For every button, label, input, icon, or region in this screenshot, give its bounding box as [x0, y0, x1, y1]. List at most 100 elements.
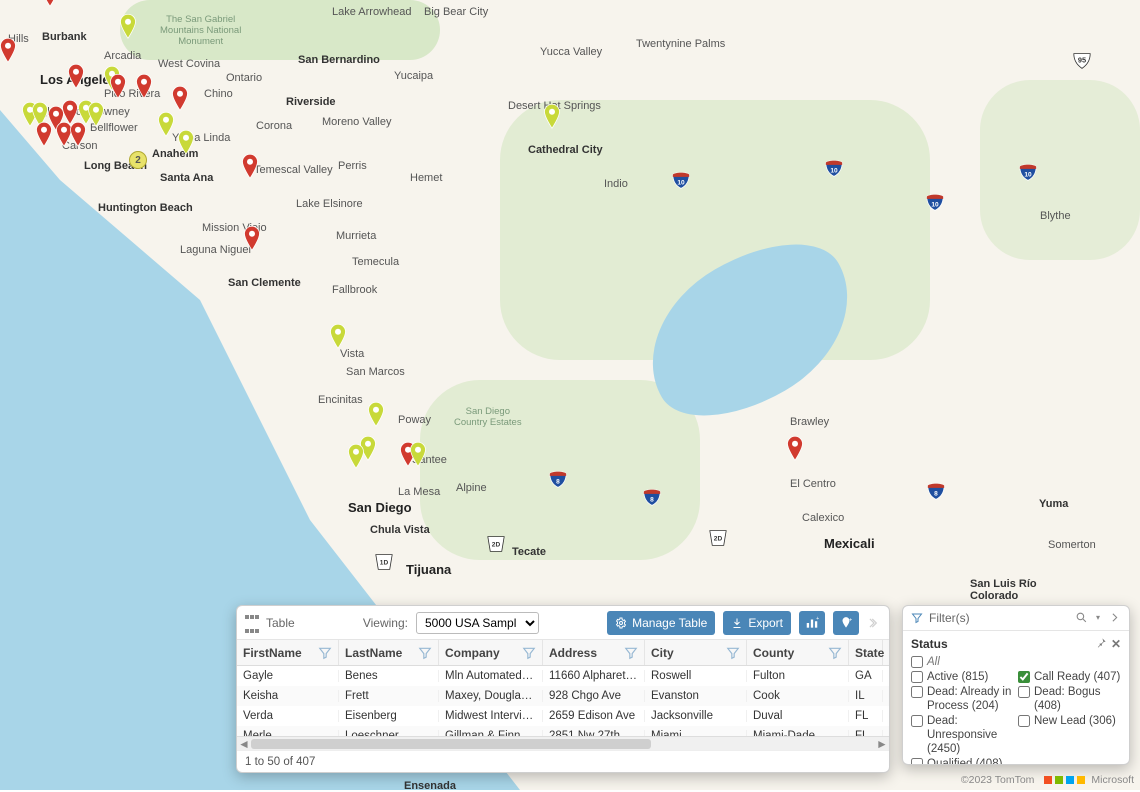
- red-pin-marker[interactable]: [69, 122, 87, 148]
- filter-checkbox[interactable]: [911, 758, 923, 764]
- zoom-icon[interactable]: [1075, 611, 1088, 624]
- zoom-chevron-icon[interactable]: ▾: [1096, 613, 1100, 622]
- green-pin-marker[interactable]: [177, 130, 195, 156]
- cluster-marker[interactable]: 2: [129, 151, 147, 169]
- highway-shield-icon: 8: [548, 471, 568, 487]
- funnel-icon: [911, 612, 923, 624]
- filter-checkbox[interactable]: [911, 715, 923, 727]
- cell-company: Midwest Interview & …: [439, 710, 543, 722]
- cell-address: 2659 Edison Ave: [543, 710, 645, 722]
- cell-company: Mln Automated Syst…: [439, 670, 543, 682]
- scroll-thumb[interactable]: [251, 739, 651, 749]
- add-pin-button[interactable]: +: [833, 611, 859, 635]
- bar-chart-icon: +: [805, 616, 819, 630]
- green-pin-marker[interactable]: [157, 112, 175, 138]
- column-filter-icon[interactable]: [726, 646, 740, 660]
- svg-text:1D: 1D: [380, 559, 389, 566]
- pin-plus-icon: +: [839, 616, 853, 630]
- green-pin-marker[interactable]: [409, 442, 427, 468]
- column-filter-icon[interactable]: [828, 646, 842, 660]
- filter-title-label: Filter(s): [929, 611, 970, 625]
- filter-checkbox[interactable]: [911, 656, 923, 668]
- column-header-county[interactable]: County: [747, 640, 849, 665]
- filter-option-label: Qualified (408): [927, 757, 1002, 764]
- filter-option[interactable]: Dead: Bogus (408): [1018, 685, 1121, 713]
- green-pin-marker[interactable]: [119, 14, 137, 40]
- column-label: Address: [549, 646, 597, 660]
- horizontal-scrollbar[interactable]: ◄ ►: [237, 736, 889, 750]
- red-pin-marker[interactable]: [786, 436, 804, 462]
- cell-county: Fulton: [747, 670, 849, 682]
- green-pin-marker[interactable]: [329, 324, 347, 350]
- green-pin-marker[interactable]: [543, 104, 561, 130]
- red-pin-marker[interactable]: [41, 0, 59, 8]
- scroll-right-arrow[interactable]: ►: [875, 737, 889, 751]
- column-label: FirstName: [243, 646, 302, 660]
- table-row[interactable]: MerleLoeschnerGillman & Finney Ad…2851 N…: [237, 726, 889, 736]
- red-pin-marker[interactable]: [243, 226, 261, 252]
- filter-checkbox[interactable]: [911, 671, 923, 683]
- viewing-label: Viewing:: [363, 616, 408, 630]
- column-filter-icon[interactable]: [318, 646, 332, 660]
- highway-shield-icon: 1D: [374, 553, 394, 569]
- column-header-address[interactable]: Address: [543, 640, 645, 665]
- filter-option[interactable]: Call Ready (407): [1018, 670, 1121, 684]
- pin-icon[interactable]: [1096, 637, 1107, 648]
- map-attribution: ©2023 TomTom Microsoft: [961, 774, 1134, 786]
- close-section-icon[interactable]: ✕: [1111, 637, 1121, 651]
- cell-city: Roswell: [645, 670, 747, 682]
- green-pin-marker[interactable]: [87, 102, 105, 128]
- dataset-select[interactable]: 5000 USA Sampl: [416, 612, 539, 634]
- red-pin-marker[interactable]: [109, 74, 127, 100]
- export-button[interactable]: Export: [723, 611, 791, 635]
- cell-firstname: Gayle: [237, 670, 339, 682]
- filter-checkbox[interactable]: [1018, 715, 1030, 727]
- column-header-state[interactable]: State: [849, 640, 883, 665]
- filter-option-label: Call Ready (407): [1034, 670, 1120, 684]
- filter-checkbox[interactable]: [1018, 671, 1030, 683]
- column-header-firstname[interactable]: FirstName: [237, 640, 339, 665]
- table-body[interactable]: GayleBenesMln Automated Syst…11660 Alpha…: [237, 666, 889, 736]
- red-pin-marker[interactable]: [171, 86, 189, 112]
- highway-shield-icon: 10: [925, 194, 945, 210]
- filter-option[interactable]: New Lead (306): [1018, 714, 1121, 756]
- column-header-city[interactable]: City: [645, 640, 747, 665]
- export-icon: [731, 617, 743, 629]
- table-row[interactable]: VerdaEisenbergMidwest Interview & …2659 …: [237, 706, 889, 726]
- filter-option[interactable]: Dead: Already in Process (204): [911, 685, 1014, 713]
- red-pin-marker[interactable]: [241, 154, 259, 180]
- filter-option[interactable]: Active (815): [911, 670, 1014, 684]
- column-filter-icon[interactable]: [418, 646, 432, 660]
- scroll-left-arrow[interactable]: ◄: [237, 737, 251, 751]
- filter-checkbox[interactable]: [1018, 686, 1030, 698]
- column-header-lastname[interactable]: LastName: [339, 640, 439, 665]
- table-row[interactable]: GayleBenesMln Automated Syst…11660 Alpha…: [237, 666, 889, 686]
- red-pin-marker[interactable]: [67, 64, 85, 90]
- filter-option[interactable]: All: [911, 655, 1121, 669]
- column-header-company[interactable]: Company: [439, 640, 543, 665]
- filter-option[interactable]: Dead: Unresponsive (2450): [911, 714, 1014, 756]
- red-pin-marker[interactable]: [35, 122, 53, 148]
- expand-panel-icon[interactable]: [867, 616, 881, 630]
- filter-option-label: New Lead (306): [1034, 714, 1116, 728]
- red-pin-marker[interactable]: [135, 74, 153, 100]
- highway-shield-icon: 10: [1018, 164, 1038, 180]
- red-pin-marker[interactable]: [0, 38, 17, 64]
- manage-table-button[interactable]: Manage Table: [607, 611, 715, 635]
- chart-button[interactable]: +: [799, 611, 825, 635]
- filter-checkbox[interactable]: [911, 686, 923, 698]
- column-filter-icon[interactable]: [522, 646, 536, 660]
- expand-filter-icon[interactable]: [1108, 611, 1121, 624]
- table-row[interactable]: KeishaFrettMaxey, Douglas C928 Chgo AveE…: [237, 686, 889, 706]
- cell-lastname: Benes: [339, 670, 439, 682]
- svg-text:2D: 2D: [714, 535, 723, 542]
- filter-option[interactable]: Qualified (408): [911, 757, 1014, 764]
- highway-shield-icon: 8: [642, 489, 662, 505]
- svg-text:8: 8: [934, 490, 938, 497]
- cell-city: Evanston: [645, 690, 747, 702]
- green-pin-marker[interactable]: [367, 402, 385, 428]
- cell-lastname: Eisenberg: [339, 710, 439, 722]
- green-pin-marker[interactable]: [347, 444, 365, 470]
- column-filter-icon[interactable]: [624, 646, 638, 660]
- cell-address: 928 Chgo Ave: [543, 690, 645, 702]
